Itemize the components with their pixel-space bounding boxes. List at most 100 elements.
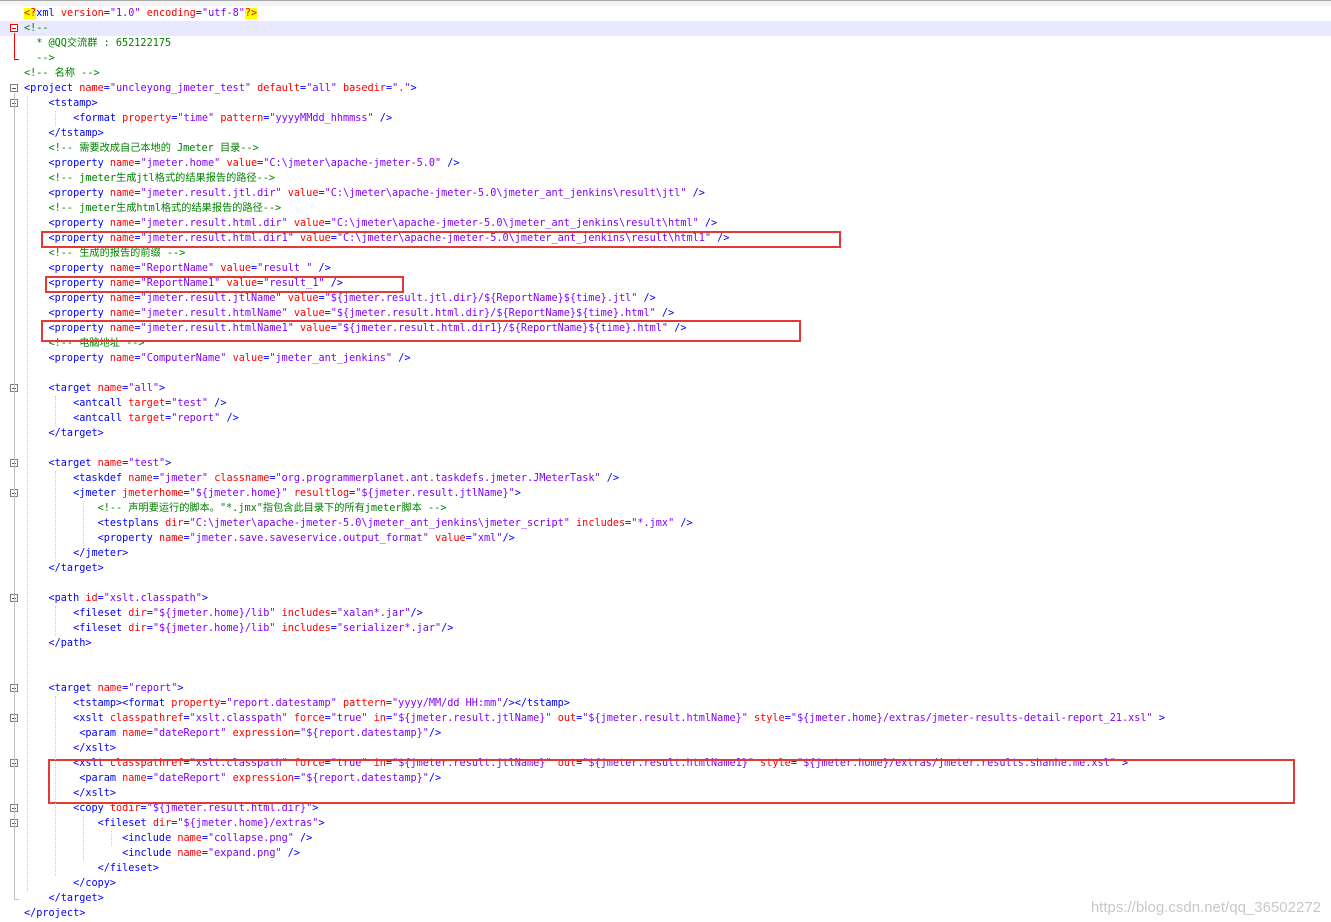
code-line[interactable]: <fileset dir="${jmeter.home}/lib" includ… [0, 621, 1331, 636]
token-attr: style [754, 713, 785, 724]
code-line[interactable]: <property name="jmeter.home" value="C:\j… [0, 156, 1331, 171]
token-attr: name [109, 263, 135, 274]
token-tag: > [1152, 713, 1165, 724]
code-text: <property name="ReportName" value="resul… [24, 261, 331, 276]
token-tag: /> [281, 848, 301, 859]
code-text: <fileset dir="${jmeter.home}/extras"> [24, 816, 325, 831]
code-line[interactable] [0, 651, 1331, 666]
token-pi: <? [24, 8, 37, 19]
code-text: * @QQ交流群 : 652122175 [24, 36, 171, 51]
indent-guide [83, 816, 84, 861]
code-line[interactable]: <tstamp><format property="report.datesta… [0, 696, 1331, 711]
csdn-watermark: https://blog.csdn.net/qq_36502272 [1090, 899, 1321, 916]
code-line[interactable]: </fileset> [0, 861, 1331, 876]
code-line[interactable]: --> [0, 51, 1331, 66]
token-tag: <property [24, 308, 110, 319]
code-text: <project name="uncleyong_jmeter_test" de… [24, 81, 417, 96]
token-val: "result " [257, 263, 313, 274]
code-line[interactable] [0, 576, 1331, 591]
token-val: "${jmeter.result.html.dir}/${ReportName}… [330, 308, 656, 319]
token-tag: <fileset [24, 818, 153, 829]
code-line[interactable]: <property name="jmeter.result.htmlName" … [0, 306, 1331, 321]
code-line[interactable]: <include name="expand.png" /> [0, 846, 1331, 861]
token-attr: dir [152, 818, 172, 829]
code-text: <xslt classpathref="xslt.classpath" forc… [24, 711, 1165, 726]
token-val: "." [392, 83, 411, 94]
code-line[interactable]: </tstamp> [0, 126, 1331, 141]
code-line[interactable]: <!-- jmeter生成jtl格式的结果报告的路径--> [0, 171, 1331, 186]
token-attr: encoding [146, 8, 196, 19]
token-val: "${report.datestamp}" [300, 728, 429, 739]
token-attr: dir [165, 518, 184, 529]
code-text: </target> [24, 426, 104, 441]
code-line[interactable]: <taskdef name="jmeter" classname="org.pr… [0, 471, 1331, 486]
code-line[interactable]: * @QQ交流群 : 652122175 [0, 36, 1331, 51]
code-line[interactable] [0, 441, 1331, 456]
token-tag: /> [208, 398, 227, 409]
code-line[interactable]: </target> [0, 426, 1331, 441]
code-line[interactable]: <fileset dir="${jmeter.home}/lib" includ… [0, 606, 1331, 621]
code-line[interactable]: </jmeter> [0, 546, 1331, 561]
token-tag: <property [24, 158, 110, 169]
code-line[interactable] [0, 366, 1331, 381]
code-line[interactable]: <fileset dir="${jmeter.home}/extras"> [0, 816, 1331, 831]
code-line[interactable]: <include name="collapse.png" /> [0, 831, 1331, 846]
code-text: <property name="ComputerName" value="jme… [24, 351, 411, 366]
token-com: <!-- [24, 23, 49, 34]
code-line[interactable]: <!-- 声明要运行的脚本。"*.jmx"指包含此目录下的所有jmeter脚本 … [0, 501, 1331, 516]
code-line[interactable]: <property name="ComputerName" value="jme… [0, 351, 1331, 366]
code-line[interactable]: <param name="dateReport" expression="${r… [0, 726, 1331, 741]
code-line[interactable]: <format property="time" pattern="yyyyMMd… [0, 111, 1331, 126]
code-line[interactable]: <property name="jmeter.result.jtl.dir" v… [0, 186, 1331, 201]
code-line[interactable]: </xslt> [0, 741, 1331, 756]
code-line[interactable]: <!-- 生成的报告的前缀 --> [0, 246, 1331, 261]
code-line[interactable]: <target name="report"> [0, 681, 1331, 696]
code-line[interactable]: <!-- 名称 --> [0, 66, 1331, 81]
code-text: <property name="jmeter.save.saveservice.… [24, 531, 515, 546]
code-line[interactable]: <!-- jmeter生成html格式的结果报告的路径--> [0, 201, 1331, 216]
code-line[interactable]: <tstamp> [0, 96, 1331, 111]
code-line[interactable]: <path id="xslt.classpath"> [0, 591, 1331, 606]
code-line[interactable]: <xslt classpathref="xslt.classpath" forc… [0, 711, 1331, 726]
token-tag: /> [600, 473, 620, 484]
code-line[interactable]: <?xml version="1.0" encoding="utf-8"?> [0, 6, 1331, 21]
code-line[interactable]: <property name="ReportName" value="resul… [0, 261, 1331, 276]
token-val: "1.0" [109, 8, 141, 19]
token-com: <!-- jmeter生成html格式的结果报告的路径--> [24, 203, 282, 214]
code-line[interactable]: <antcall target="test" /> [0, 396, 1331, 411]
token-tag: /> [293, 833, 313, 844]
code-line[interactable]: </path> [0, 636, 1331, 651]
code-line[interactable]: <property name="jmeter.result.html.dir" … [0, 216, 1331, 231]
token-val: "jmeter.home" [140, 158, 221, 169]
token-attr: name [109, 158, 135, 169]
fold-toggle-icon[interactable] [10, 24, 18, 32]
token-tag: </tstamp> [24, 128, 104, 139]
code-line[interactable]: <antcall target="report" /> [0, 411, 1331, 426]
code-line[interactable] [0, 666, 1331, 681]
token-val: "${jmeter.result.jtl.dir}/${ReportName}$… [324, 293, 638, 304]
token-tag: /> [698, 218, 718, 229]
code-line[interactable]: </copy> [0, 876, 1331, 891]
code-line[interactable]: <property name="jmeter.result.jtlName" v… [0, 291, 1331, 306]
code-line[interactable]: <target name="all"> [0, 381, 1331, 396]
code-line[interactable]: <project name="uncleyong_jmeter_test" de… [0, 81, 1331, 96]
token-tag: /> [441, 158, 460, 169]
code-line[interactable]: <property name="jmeter.save.saveservice.… [0, 531, 1331, 546]
token-tag: > [514, 488, 521, 499]
code-line[interactable]: <!-- [0, 21, 1331, 36]
fold-toggle-icon[interactable] [10, 84, 18, 92]
token-val: "uncleyong_jmeter_test" [109, 83, 251, 94]
code-line[interactable]: <!-- 需要改成自己本地的 Jmeter 目录--> [0, 141, 1331, 156]
token-attr: includes [576, 518, 626, 529]
xml-editor[interactable]: <?xml version="1.0" encoding="utf-8"?> <!… [0, 0, 1331, 922]
token-val: "all" [306, 83, 337, 94]
token-attr: name [158, 533, 184, 544]
code-line[interactable]: <target name="test"> [0, 456, 1331, 471]
token-attr: classname [214, 473, 270, 484]
token-val: "test" [171, 398, 209, 409]
code-text: <!-- jmeter生成jtl格式的结果报告的路径--> [24, 171, 276, 186]
code-line[interactable]: <jmeter jmeterhome="${jmeter.home}" resu… [0, 486, 1331, 501]
token-pi: ?> [244, 8, 258, 19]
code-line[interactable]: <testplans dir="C:\jmeter\apache-jmeter-… [0, 516, 1331, 531]
code-line[interactable]: </target> [0, 561, 1331, 576]
